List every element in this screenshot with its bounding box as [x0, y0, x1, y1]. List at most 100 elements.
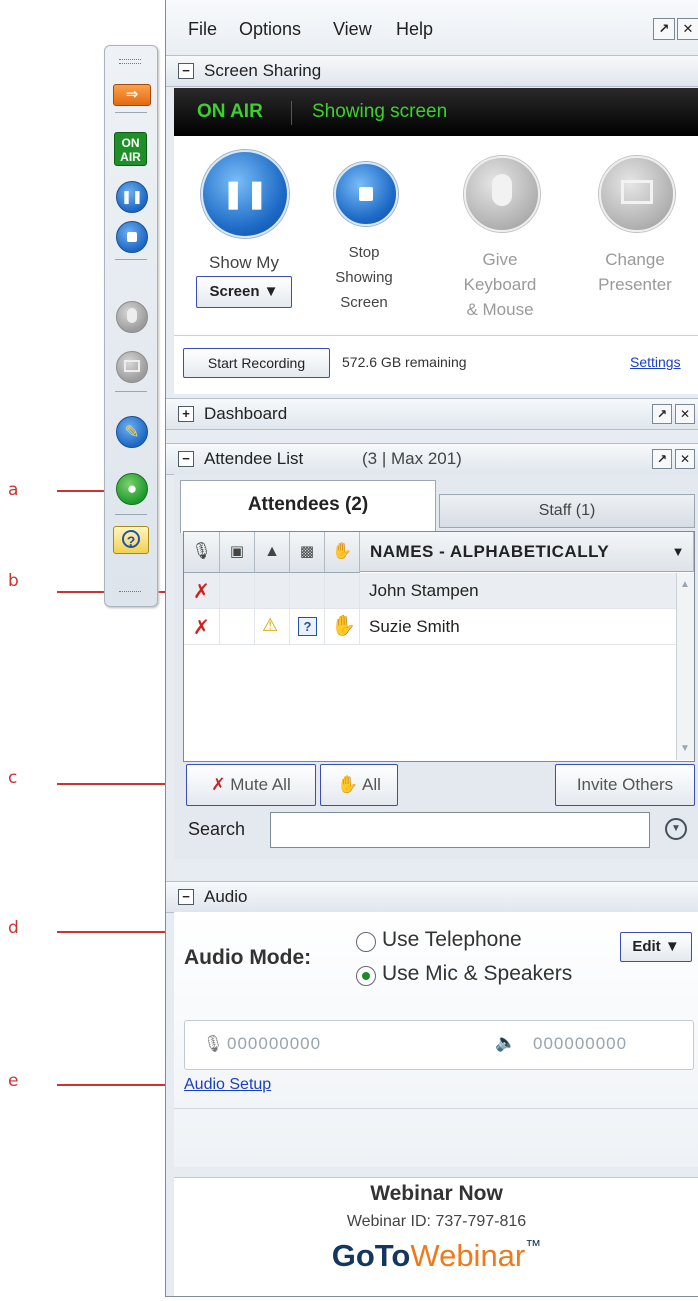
edit-audio-button[interactable]: Edit ▼ [620, 932, 692, 962]
attendee-name: Suzie Smith [369, 617, 460, 636]
give-label-3: & Mouse [466, 300, 534, 319]
stop-label-1: Stop [348, 244, 380, 261]
mute-all-button[interactable]: ✗ Mute All [186, 764, 316, 806]
mic-column-icon[interactable]: 🎙 [184, 532, 220, 573]
toolbar-divider [115, 112, 147, 113]
help-icon[interactable]: ? [113, 526, 149, 554]
close-icon[interactable]: ✕ [675, 404, 695, 424]
search-options-icon[interactable]: ▼ [665, 818, 687, 840]
warning-column-icon[interactable]: ▲ [255, 532, 290, 573]
hand-column-icon[interactable]: ✋ [325, 532, 360, 573]
mic-level-meter: 000000000 [227, 1034, 322, 1053]
give-label-2: Keyboard [463, 275, 537, 294]
toolbar-divider [115, 391, 147, 392]
logo-webinar: Webinar [410, 1238, 526, 1273]
on-air-bar: ON AIR Showing screen [174, 88, 698, 136]
panel-title: Audio [204, 887, 248, 906]
audio-setup-link[interactable]: Audio Setup [184, 1076, 271, 1094]
scroll-down-icon[interactable]: ▼ [680, 743, 690, 754]
scroll-up-icon[interactable]: ▲ [680, 579, 690, 590]
table-row[interactable]: ✗ John Stampen [184, 573, 676, 609]
use-telephone-label[interactable]: Use Telephone [382, 928, 522, 952]
speaker-level-meter: 000000000 [533, 1034, 628, 1053]
callout-b: b [8, 571, 19, 591]
stop-label-3: Screen [340, 294, 388, 311]
speaker-level-icon: 🔈 [495, 1033, 517, 1052]
collapse-icon[interactable]: − [178, 451, 194, 467]
tab-staff[interactable]: Staff (1) [439, 494, 695, 528]
popout-icon[interactable]: ↗ [653, 18, 675, 40]
search-input[interactable] [270, 812, 650, 848]
storage-remaining: 572.6 GB remaining [342, 354, 467, 370]
expand-panel-arrow-icon[interactable]: ⇒ [113, 84, 151, 106]
question-column-icon[interactable]: ▩ [290, 532, 325, 573]
mini-toolbar: ⇒ ON AIR ❚❚ ✎ ● ? [104, 45, 158, 607]
logo-goto: GoTo [331, 1238, 411, 1273]
expand-icon[interactable]: + [178, 406, 194, 422]
menu-file[interactable]: File [188, 19, 217, 40]
popout-icon[interactable]: ↗ [652, 404, 672, 424]
menu-options[interactable]: Options [239, 19, 301, 40]
stop-icon[interactable] [116, 221, 148, 253]
collapse-icon[interactable]: − [178, 63, 194, 79]
mute-all-icon: ✗ [211, 775, 226, 794]
draw-tools-icon[interactable]: ✎ [116, 416, 148, 448]
close-icon[interactable]: ✕ [677, 18, 698, 40]
raised-hand-icon[interactable]: ✋ [331, 613, 356, 638]
give-keyboard-mouse-icon[interactable] [464, 156, 540, 232]
sort-dropdown-icon[interactable]: ▼ [672, 532, 685, 572]
use-telephone-radio[interactable] [356, 932, 376, 952]
audio-body: Audio Mode: Use Telephone Use Mic & Spea… [174, 912, 698, 1167]
on-air-badge: ON AIR [114, 132, 147, 166]
attendee-name: John Stampen [369, 581, 479, 600]
show-my-screen-pause-icon[interactable]: ❚❚ [201, 150, 289, 238]
start-recording-button[interactable]: Start Recording [183, 348, 330, 378]
toolbar-grip-bottom[interactable] [119, 591, 141, 594]
audio-header[interactable]: − Audio [166, 881, 698, 913]
use-mic-speakers-label[interactable]: Use Mic & Speakers [382, 962, 572, 986]
webinar-id: Webinar ID: 737-797-816 [346, 1213, 527, 1230]
stop-showing-icon[interactable] [334, 162, 398, 226]
toolbar-divider [115, 259, 147, 260]
change-presenter-icon[interactable] [599, 156, 675, 232]
use-mic-speakers-radio[interactable] [356, 966, 376, 986]
screen-sharing-header[interactable]: − Screen Sharing [166, 55, 698, 87]
lower-all-hands-button[interactable]: ✋ All [320, 764, 398, 806]
muted-mic-icon[interactable]: ✗ [193, 579, 210, 604]
showing-status: Showing screen [312, 101, 448, 122]
warning-icon: ⚠ [262, 615, 279, 635]
close-icon[interactable]: ✕ [675, 449, 695, 469]
names-header-label: NAMES - ALPHABETICALLY [370, 542, 610, 561]
tab-attendees[interactable]: Attendees (2) [180, 480, 436, 533]
collapse-icon[interactable]: − [178, 889, 194, 905]
screen-dropdown[interactable]: Screen ▼ [196, 276, 292, 308]
webinar-title: Webinar Now [370, 1182, 503, 1205]
show-my-label: Show My [209, 253, 279, 272]
microphone-icon[interactable]: ● [116, 473, 148, 505]
menu-view[interactable]: View [333, 19, 372, 40]
toolbar-grip-top-2[interactable] [119, 63, 141, 66]
table-scrollbar[interactable]: ▲ ▼ [676, 573, 694, 760]
dashboard-header[interactable]: + Dashboard ↗ ✕ [166, 398, 698, 430]
screen-column-icon[interactable]: ▣ [220, 532, 255, 573]
question-icon[interactable]: ? [298, 617, 317, 636]
on-air-badge-bottom: AIR [120, 150, 141, 164]
names-column-header[interactable]: NAMES - ALPHABETICALLY ▼ [360, 532, 694, 572]
popout-icon[interactable]: ↗ [652, 449, 672, 469]
logo-tm: ™ [525, 1238, 542, 1255]
stop-label-2: Showing [335, 269, 393, 286]
toolbar-grip-top[interactable] [119, 59, 141, 62]
muted-mic-icon[interactable]: ✗ [193, 615, 210, 640]
keyboard-mouse-icon[interactable] [116, 301, 148, 333]
attendee-list-header[interactable]: − Attendee List (3 | Max 201) ↗ ✕ [166, 443, 698, 475]
menu-bar: File Options View Help ↗ ✕ [166, 0, 698, 55]
on-air-label: ON AIR [197, 101, 263, 122]
invite-others-button[interactable]: Invite Others [555, 764, 695, 806]
change-presenter-icon[interactable] [116, 351, 148, 383]
menu-help[interactable]: Help [396, 19, 433, 40]
settings-link[interactable]: Settings [630, 354, 681, 370]
pause-icon[interactable]: ❚❚ [116, 181, 148, 213]
attendee-table: 🎙 ▣ ▲ ▩ ✋ NAMES - ALPHABETICALLY ▼ ✗ Joh… [183, 531, 695, 762]
table-row[interactable]: ✗ ⚠ ? ✋ Suzie Smith [184, 609, 676, 645]
change-label-1: Change [605, 250, 665, 269]
